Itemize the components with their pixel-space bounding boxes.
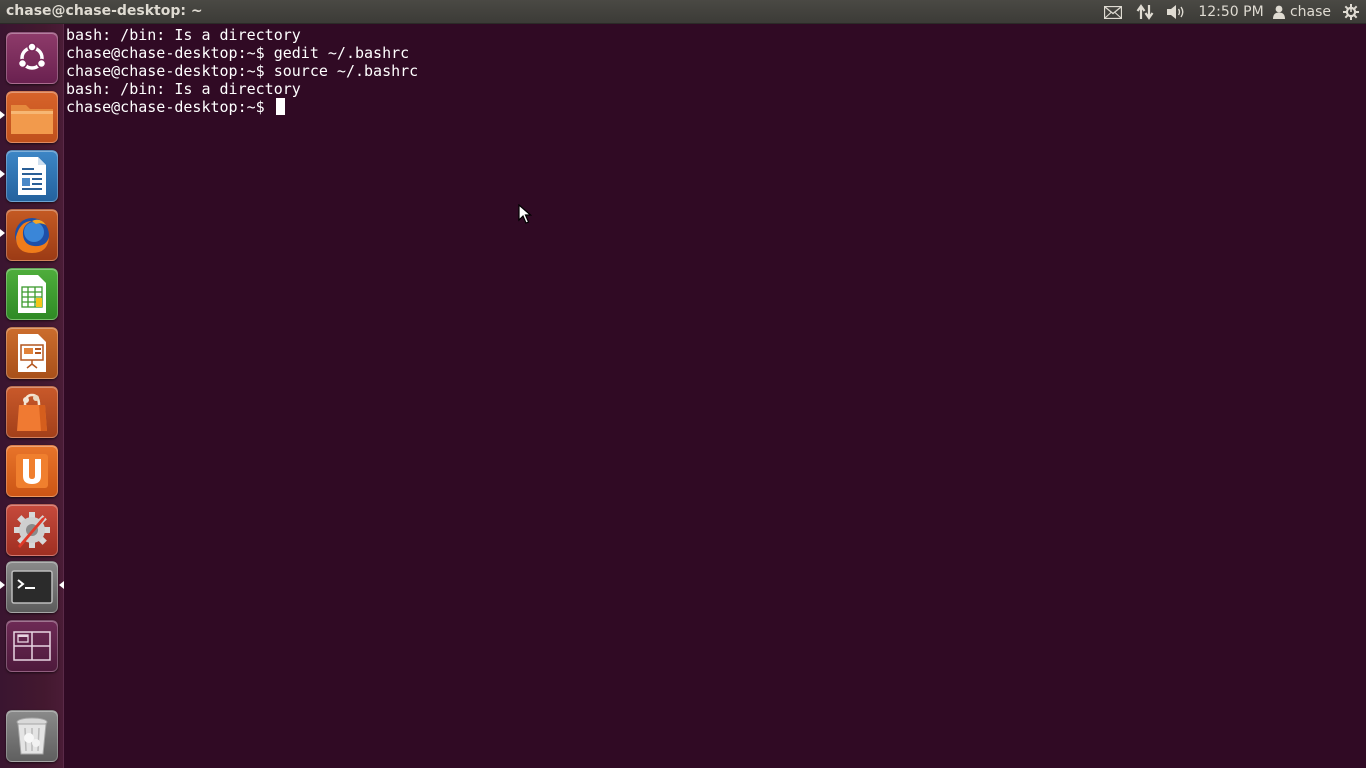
user-menu[interactable]: chase	[1270, 0, 1334, 24]
impress-presentation-icon	[18, 334, 46, 372]
firefox-launcher[interactable]	[6, 209, 58, 261]
software-center-launcher[interactable]	[6, 386, 58, 438]
ubuntu-one-icon	[16, 454, 48, 488]
running-indicator	[0, 170, 5, 178]
terminal-window[interactable]: bash: /bin: Is a directory chase@chase-d…	[66, 26, 1366, 768]
writer-document-icon	[18, 157, 46, 195]
clock[interactable]: 12:50 PM	[1196, 0, 1266, 24]
trash-launcher[interactable]	[6, 710, 58, 762]
focused-indicator	[59, 581, 64, 589]
mail-icon[interactable]	[1102, 0, 1124, 24]
calc-launcher[interactable]	[6, 268, 58, 320]
folder-icon	[11, 105, 53, 134]
files-launcher[interactable]	[6, 91, 58, 143]
system-settings-launcher[interactable]	[6, 504, 58, 556]
terminal-output-line: chase@chase-desktop:~$ source ~/.bashrc	[66, 62, 419, 80]
trash-icon	[16, 717, 48, 755]
mouse-pointer-icon	[518, 204, 532, 224]
workspace-switcher-launcher[interactable]	[6, 620, 58, 672]
launcher	[0, 24, 64, 768]
firefox-icon	[15, 218, 49, 253]
calc-spreadsheet-icon	[18, 275, 46, 313]
terminal-prompt-line[interactable]: chase@chase-desktop:~$	[66, 98, 1366, 116]
impress-launcher[interactable]	[6, 327, 58, 379]
shopping-bag-icon	[17, 393, 47, 431]
terminal-output-line: bash: /bin: Is a directory	[66, 26, 301, 44]
running-indicator	[0, 229, 5, 237]
terminal-output-line: bash: /bin: Is a directory	[66, 80, 301, 98]
ubuntu-one-launcher[interactable]	[6, 445, 58, 497]
terminal-prompt: chase@chase-desktop:~$	[66, 98, 274, 116]
writer-launcher[interactable]	[6, 150, 58, 202]
terminal-output-line: chase@chase-desktop:~$ gedit ~/.bashrc	[66, 44, 410, 62]
ubuntu-logo-icon	[17, 42, 47, 70]
top-panel: chase@chase-desktop: ~ 12:50 PM chase	[0, 0, 1366, 24]
dash-home-button[interactable]	[6, 32, 58, 84]
speaker-icon[interactable]	[1164, 0, 1188, 24]
terminal-icon	[11, 570, 53, 604]
settings-wrench-icon	[14, 512, 50, 548]
running-indicator	[0, 581, 5, 589]
terminal-launcher[interactable]	[6, 561, 58, 613]
user-icon	[1272, 5, 1285, 19]
text-cursor	[275, 98, 285, 115]
workspaces-icon	[13, 631, 51, 661]
gear-power-icon[interactable]	[1340, 0, 1362, 24]
window-title: chase@chase-desktop: ~	[6, 3, 203, 19]
user-name: chase	[1289, 4, 1332, 20]
network-updown-icon[interactable]	[1134, 0, 1156, 24]
running-indicator	[0, 111, 5, 119]
